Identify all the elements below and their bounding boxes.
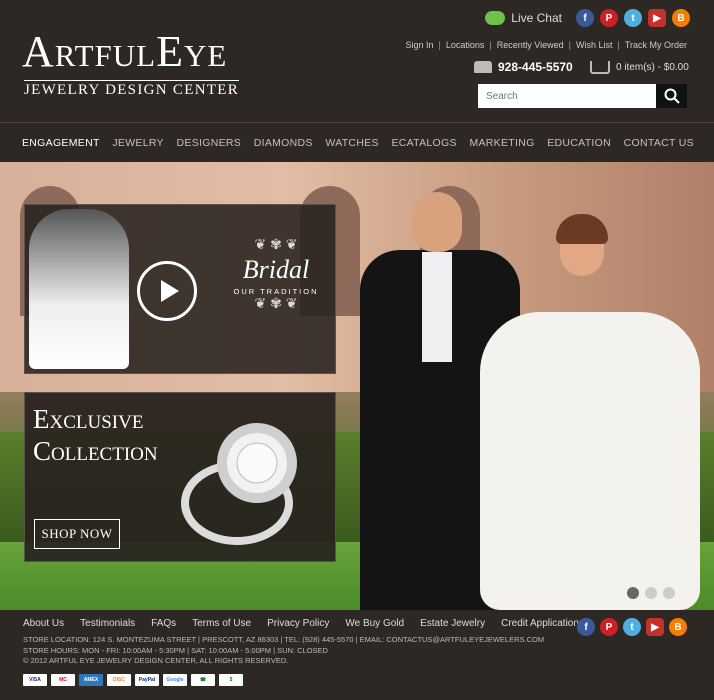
link-separator: | [568, 40, 571, 50]
link-separator: | [617, 40, 620, 50]
groom-head [412, 192, 462, 252]
chat-bubble-icon [485, 11, 506, 25]
blogger-icon[interactable]: B [669, 618, 687, 636]
youtube-icon[interactable]: ▶ [646, 618, 664, 636]
phone-icon [474, 61, 492, 73]
footer-link-about[interactable]: About Us [23, 618, 64, 629]
footer-links: About Us Testimonials FAQs Terms of Use … [23, 618, 579, 629]
store-location: STORE LOCATION: 124 S. MONTEZUMA STREET … [23, 635, 545, 644]
top-social-bar: Live Chat f P t ▶ B [485, 8, 690, 28]
play-icon [160, 280, 179, 302]
nav-watches[interactable]: WATCHES [325, 137, 378, 149]
exclusive-collection-card[interactable]: Exclusive Collection SHOP NOW [24, 392, 336, 562]
phone-number[interactable]: 928-445-5570 [474, 60, 573, 74]
ornament-top-icon: ❦ ✾ ❦ [254, 236, 298, 252]
footer-link-buy-gold[interactable]: We Buy Gold [345, 618, 404, 629]
search-button[interactable] [656, 84, 687, 108]
slide-dot-3[interactable] [663, 587, 675, 599]
facebook-icon[interactable]: f [577, 618, 595, 636]
nav-contact-us[interactable]: CONTACT US [624, 137, 694, 149]
bride-dress [480, 312, 700, 610]
logo-sub-text: JEWELRY DESIGN CENTER [24, 80, 240, 98]
facebook-icon[interactable]: f [576, 9, 594, 27]
google-icon: Google [163, 674, 187, 686]
bridal-title: Bridal [242, 255, 310, 284]
collection-title-line2: Collection [33, 436, 158, 466]
footer-link-faqs[interactable]: FAQs [151, 618, 176, 629]
nav-marketing[interactable]: MARKETING [469, 137, 534, 149]
logo-main-text: ArtfulEye [22, 27, 228, 76]
footer-link-privacy[interactable]: Privacy Policy [267, 618, 329, 629]
groom-shirt [422, 252, 452, 362]
slider-pagination [627, 587, 675, 599]
footer-link-testimonials[interactable]: Testimonials [80, 618, 135, 629]
cart-text: 0 item(s) - $0.00 [616, 62, 689, 73]
live-chat-label: Live Chat [511, 11, 562, 25]
search-input[interactable] [478, 84, 656, 108]
pinterest-icon[interactable]: P [600, 9, 618, 27]
slide-dot-2[interactable] [645, 587, 657, 599]
phone-text: 928-445-5570 [498, 60, 573, 74]
blogger-icon[interactable]: B [672, 9, 690, 27]
mastercard-icon: MC [51, 674, 75, 686]
collection-title: Exclusive Collection [33, 403, 158, 467]
amex-icon: AMEX [79, 674, 103, 686]
search-bar [478, 84, 687, 108]
twitter-icon[interactable]: t [623, 618, 641, 636]
bride-hair [556, 214, 608, 244]
main-nav: ENGAGEMENT JEWELRY DESIGNERS DIAMONDS WA… [0, 122, 714, 162]
copyright: © 2012 ARTFUL EYE JEWELRY DESIGN CENTER,… [23, 656, 289, 665]
sign-in-link[interactable]: Sign In [406, 40, 434, 50]
payment-methods: VISA MC AMEX DISC PayPal Google ☎ $ [23, 674, 243, 686]
footer-link-credit[interactable]: Credit Application [501, 618, 579, 629]
diamond-ring-image [181, 423, 297, 545]
recently-viewed-link[interactable]: Recently Viewed [497, 40, 564, 50]
financing-icon: $ [219, 674, 243, 686]
youtube-icon[interactable]: ▶ [648, 9, 666, 27]
pinterest-icon[interactable]: P [600, 618, 618, 636]
paypal-icon: PayPal [135, 674, 159, 686]
nav-diamonds[interactable]: DIAMONDS [254, 137, 313, 149]
track-order-link[interactable]: Track My Order [625, 40, 687, 50]
visa-icon: VISA [23, 674, 47, 686]
hero-slider: ❦ ✾ ❦ Bridal OUR TRADITION ❦ ✾ ❦ Exclusi… [0, 162, 714, 610]
footer-link-terms[interactable]: Terms of Use [192, 618, 251, 629]
link-separator: | [438, 40, 441, 50]
footer-social: f P t ▶ B [577, 618, 687, 636]
store-info: STORE LOCATION: 124 S. MONTEZUMA STREET … [23, 635, 544, 667]
collection-title-line1: Exclusive [33, 404, 144, 434]
wish-list-link[interactable]: Wish List [576, 40, 613, 50]
bridal-model-image [29, 209, 129, 369]
ornament-bottom-icon: ❦ ✾ ❦ [254, 295, 298, 311]
account-links: Sign In | Locations | Recently Viewed | Wis… [406, 40, 688, 50]
site-logo[interactable]: ArtfulEye JEWELRY DESIGN CENTER [22, 26, 250, 100]
nav-engagement[interactable]: ENGAGEMENT [22, 137, 100, 149]
bride-figure [470, 212, 710, 610]
bridal-video-card[interactable]: ❦ ✾ ❦ Bridal OUR TRADITION ❦ ✾ ❦ [24, 204, 336, 374]
nav-ecatalogs[interactable]: ECATALOGS [391, 137, 456, 149]
play-button[interactable] [137, 261, 197, 321]
locations-link[interactable]: Locations [446, 40, 485, 50]
link-separator: | [489, 40, 492, 50]
nav-education[interactable]: EDUCATION [547, 137, 611, 149]
basket-icon [590, 61, 610, 74]
order-by-phone-icon: ☎ [191, 674, 215, 686]
discover-icon: DISC [107, 674, 131, 686]
store-hours: STORE HOURS: MON - FRI: 10:00AM - 5:30PM… [23, 645, 328, 655]
search-icon [664, 88, 680, 104]
site-header: ArtfulEye JEWELRY DESIGN CENTER Live Cha… [0, 0, 714, 122]
shop-now-button[interactable]: SHOP NOW [34, 519, 120, 549]
nav-designers[interactable]: DESIGNERS [177, 137, 242, 149]
twitter-icon[interactable]: t [624, 9, 642, 27]
bridal-tradition-badge: ❦ ✾ ❦ Bridal OUR TRADITION ❦ ✾ ❦ [221, 237, 331, 347]
site-footer: About Us Testimonials FAQs Terms of Use … [0, 610, 714, 700]
live-chat-link[interactable]: Live Chat [485, 11, 562, 25]
cart-summary[interactable]: 0 item(s) - $0.00 [590, 61, 689, 74]
nav-jewelry[interactable]: JEWELRY [112, 137, 164, 149]
slide-dot-1[interactable] [627, 587, 639, 599]
footer-link-estate[interactable]: Estate Jewelry [420, 618, 485, 629]
